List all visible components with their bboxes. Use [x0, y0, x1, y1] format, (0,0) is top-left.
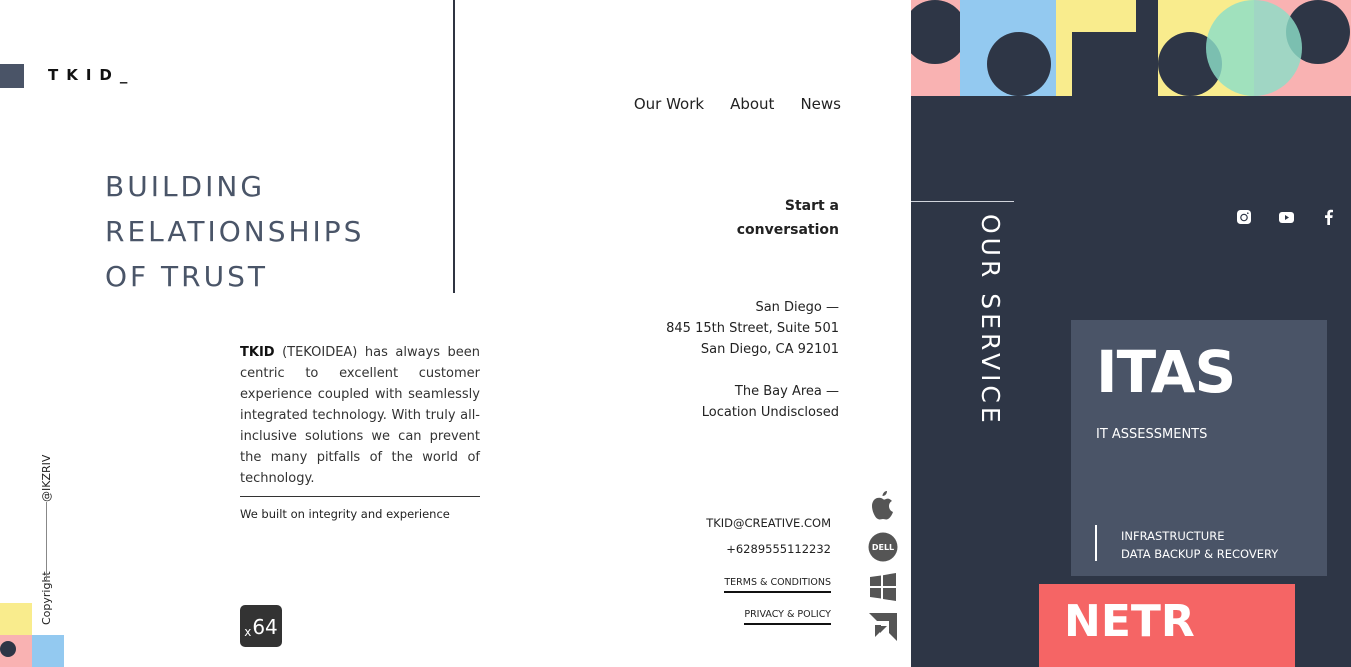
card-title: NETR — [1064, 596, 1195, 647]
logo-mark — [0, 64, 24, 88]
svg-text:DELL: DELL — [872, 543, 894, 552]
decor-square-pink — [0, 635, 32, 667]
cta-line: Start a — [784, 198, 839, 214]
amd-icon — [868, 612, 898, 642]
office-bay-area: The Bay Area — Location Undisclosed — [702, 381, 839, 423]
office-city: San Diego, CA 92101 — [700, 342, 839, 357]
facebook-icon[interactable] — [1319, 208, 1337, 226]
card-subtitle: IT ASSESSMENTS — [1096, 427, 1208, 442]
card-title: ITAS — [1096, 338, 1236, 406]
office-location: Location Undisclosed — [701, 405, 839, 420]
youtube-icon[interactable] — [1277, 208, 1295, 226]
office-san-diego: San Diego — 845 15th Street, Suite 501 S… — [666, 297, 839, 360]
dell-icon: DELL — [868, 532, 898, 562]
banner-circle-mint — [1206, 0, 1302, 96]
office-name: The Bay Area — — [734, 384, 839, 399]
nav-news[interactable]: News — [800, 95, 841, 113]
vertical-divider — [453, 0, 455, 293]
apple-icon — [868, 491, 898, 521]
hero-line: OF TRUST — [105, 260, 268, 293]
office-name: San Diego — — [755, 300, 839, 315]
card-list: INFRASTRUCTURE DATA BACKUP & RECOVERY — [1121, 527, 1278, 563]
start-conversation-link[interactable]: Start a conversation — [737, 194, 839, 242]
about-paragraph: TKID (TEKOIDEA) has always been centric … — [240, 342, 480, 489]
hero-line: BUILDING — [105, 170, 266, 203]
decor-square-blue — [32, 635, 64, 667]
nav-about[interactable]: About — [730, 95, 774, 113]
x64-badge: x 64 — [240, 605, 282, 647]
hero-headline: BUILDING RELATIONSHIPS OF TRUST — [105, 164, 364, 299]
banner-circle — [987, 32, 1051, 96]
service-card-netr[interactable]: NETR — [1039, 584, 1295, 667]
nav-our-work[interactable]: Our Work — [634, 95, 704, 113]
email-link[interactable]: TKID@CREATIVE.COM — [706, 516, 831, 530]
instagram-icon[interactable] — [1235, 208, 1253, 226]
hero-line: RELATIONSHIPS — [105, 215, 365, 248]
logo-text[interactable]: TKID_ — [48, 66, 135, 84]
our-service-heading: OUR SERVICE — [976, 214, 1005, 427]
about-divider — [240, 496, 480, 497]
phone-link[interactable]: +6289555112232 — [726, 542, 831, 556]
card-accent-bar — [1095, 525, 1097, 561]
copyright-handle[interactable]: @IKZRIV — [40, 455, 53, 502]
badge-prefix: x — [244, 625, 252, 639]
cta-line: conversation — [736, 222, 839, 238]
services-panel: OUR SERVICE ITAS IT ASSESSMENTS INFRASTR… — [911, 0, 1351, 667]
office-street: 845 15th Street, Suite 501 — [666, 321, 839, 336]
copyright-line — [46, 502, 47, 582]
privacy-link[interactable]: PRIVACY & POLICY — [744, 609, 831, 625]
main-nav: Our Work About News — [634, 95, 841, 113]
banner-block-dark — [1136, 0, 1158, 96]
card-list-item: DATA BACKUP & RECOVERY — [1121, 547, 1279, 561]
copyright: Copyright @IKZRIV — [40, 455, 54, 625]
about-brand: TKID — [240, 345, 275, 360]
card-list-item: INFRASTRUCTURE — [1121, 529, 1225, 543]
about-body: (TEKOIDEA) has always been centric to ex… — [240, 345, 480, 486]
decor-dot — [0, 641, 16, 657]
service-divider — [911, 201, 1014, 202]
terms-link[interactable]: TERMS & CONDITIONS — [724, 577, 831, 593]
tagline: We built on integrity and experience — [240, 507, 450, 521]
windows-icon — [868, 572, 898, 602]
decor-square-yellow — [0, 603, 32, 635]
service-card-itas[interactable]: ITAS IT ASSESSMENTS INFRASTRUCTURE DATA … — [1071, 320, 1327, 576]
banner-block-dark — [1072, 32, 1136, 96]
badge-value: 64 — [252, 615, 278, 639]
decorative-banner — [911, 0, 1351, 96]
